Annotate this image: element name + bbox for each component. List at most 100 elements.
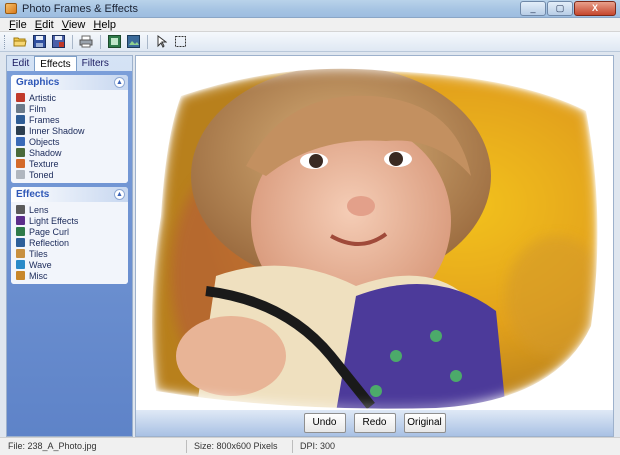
open-folder-icon bbox=[13, 37, 27, 47]
print-button[interactable] bbox=[78, 34, 94, 50]
toolbar-separator bbox=[72, 34, 73, 49]
save-button[interactable] bbox=[31, 34, 47, 50]
effect-item-film[interactable]: Film bbox=[16, 103, 128, 114]
effect-item-misc[interactable]: Misc bbox=[16, 270, 128, 281]
effect-item-lens[interactable]: Lens bbox=[16, 204, 128, 215]
shadow-icon bbox=[16, 148, 25, 157]
maximize-button[interactable]: ▢ bbox=[547, 1, 573, 16]
select-rectangle-button[interactable] bbox=[172, 34, 188, 50]
graphics-group-header[interactable]: Graphics ▲ bbox=[11, 75, 128, 90]
close-button[interactable]: X bbox=[574, 1, 616, 16]
status-file: File: 238_A_Photo.jpg bbox=[8, 441, 97, 451]
effects-panel: Graphics ▲ Artistic Film Frames Inner Shado… bbox=[7, 71, 132, 436]
paintbrush-icon bbox=[16, 93, 25, 102]
status-separator bbox=[186, 440, 187, 453]
toolbar bbox=[0, 32, 620, 52]
original-button[interactable]: Original bbox=[403, 413, 446, 433]
window-title: Photo Frames & Effects bbox=[22, 3, 138, 15]
pointer-icon bbox=[157, 35, 167, 48]
effect-item-objects[interactable]: Objects bbox=[16, 136, 128, 147]
graphics-list: Artistic Film Frames Inner Shadow Objects Sha… bbox=[11, 90, 128, 183]
effect-item-label: Inner Shadow bbox=[29, 125, 85, 136]
effect-item-tiles[interactable]: Tiles bbox=[16, 248, 128, 259]
graphics-group: Graphics ▲ Artistic Film Frames Inner Shado… bbox=[11, 75, 128, 183]
effect-item-label: Toned bbox=[29, 169, 54, 180]
save-as-button[interactable] bbox=[50, 34, 66, 50]
objects-icon bbox=[16, 137, 25, 146]
open-button[interactable] bbox=[12, 34, 28, 50]
menu-view[interactable]: View bbox=[59, 18, 91, 31]
save-icon bbox=[32, 35, 46, 48]
misc-icon bbox=[16, 271, 25, 280]
undo-button[interactable]: Undo bbox=[303, 413, 346, 433]
effects-group-header[interactable]: Effects ▲ bbox=[11, 187, 128, 202]
zoom-fit-icon bbox=[107, 35, 121, 48]
effects-group-title: Effects bbox=[16, 189, 50, 200]
tab-edit[interactable]: Edit bbox=[7, 56, 34, 71]
collapse-up-icon[interactable]: ▲ bbox=[114, 189, 125, 200]
menu-edit[interactable]: Edit bbox=[32, 18, 59, 31]
select-rectangle-icon bbox=[174, 36, 186, 47]
effect-item-label: Light Effects bbox=[29, 215, 79, 226]
export-image-button[interactable] bbox=[125, 34, 141, 50]
toolbar-grip[interactable] bbox=[4, 34, 7, 49]
effect-item-inner-shadow[interactable]: Inner Shadow bbox=[16, 125, 128, 136]
framed-photo-image bbox=[136, 56, 613, 412]
reflection-icon bbox=[16, 238, 25, 247]
toolbar-separator bbox=[147, 34, 148, 49]
export-image-icon bbox=[126, 35, 140, 48]
graphics-group-title: Graphics bbox=[16, 77, 60, 88]
effect-item-artistic[interactable]: Artistic bbox=[16, 92, 128, 103]
collapse-up-icon[interactable]: ▲ bbox=[114, 77, 125, 88]
print-icon bbox=[79, 35, 93, 48]
effect-item-texture[interactable]: Texture bbox=[16, 158, 128, 169]
status-separator bbox=[292, 440, 293, 453]
effect-item-reflection[interactable]: Reflection bbox=[16, 237, 128, 248]
zoom-fit-button[interactable] bbox=[106, 34, 122, 50]
status-dpi: DPI: 300 bbox=[300, 441, 336, 451]
effect-item-label: Reflection bbox=[29, 237, 70, 248]
menu-file[interactable]: File bbox=[6, 18, 32, 31]
tiles-icon bbox=[16, 249, 25, 258]
wave-icon bbox=[16, 260, 25, 269]
effect-item-label: Wave bbox=[29, 259, 52, 270]
redo-button[interactable]: Redo bbox=[353, 413, 396, 433]
effect-item-label: Frames bbox=[29, 114, 60, 125]
inner-shadow-icon bbox=[16, 126, 25, 135]
menu-bar: File Edit View Help bbox=[0, 18, 620, 32]
action-button-bar: Undo Redo Original bbox=[136, 410, 613, 436]
effect-item-label: Tiles bbox=[29, 248, 48, 259]
main-canvas-area: Undo Redo Original bbox=[135, 55, 614, 437]
effect-item-label: Lens bbox=[29, 204, 49, 215]
photo-preview[interactable] bbox=[136, 56, 613, 412]
effect-item-label: Texture bbox=[29, 158, 59, 169]
effect-item-light-effects[interactable]: Light Effects bbox=[16, 215, 128, 226]
tab-effects[interactable]: Effects bbox=[34, 56, 77, 71]
effect-item-wave[interactable]: Wave bbox=[16, 259, 128, 270]
effect-item-page-curl[interactable]: Page Curl bbox=[16, 226, 128, 237]
pointer-button[interactable] bbox=[153, 34, 169, 50]
save-as-icon bbox=[51, 35, 65, 48]
app-icon bbox=[5, 3, 17, 14]
toned-icon bbox=[16, 170, 25, 179]
effect-item-shadow[interactable]: Shadow bbox=[16, 147, 128, 158]
page-curl-icon bbox=[16, 227, 25, 236]
menu-help[interactable]: Help bbox=[90, 18, 121, 31]
effects-list: Lens Light Effects Page Curl Reflection Tile… bbox=[11, 202, 128, 284]
effect-item-frames[interactable]: Frames bbox=[16, 114, 128, 125]
title-bar: Photo Frames & Effects _ ▢ X bbox=[0, 0, 620, 18]
light-effects-icon bbox=[16, 216, 25, 225]
texture-icon bbox=[16, 159, 25, 168]
effect-item-label: Film bbox=[29, 103, 46, 114]
effect-item-label: Page Curl bbox=[29, 226, 70, 237]
tab-filters[interactable]: Filters bbox=[77, 56, 114, 71]
frame-icon bbox=[16, 115, 25, 124]
effect-item-label: Misc bbox=[29, 270, 48, 281]
effects-group: Effects ▲ Lens Light Effects Page Curl Refl… bbox=[11, 187, 128, 284]
toolbar-separator bbox=[100, 34, 101, 49]
lens-icon bbox=[16, 205, 25, 214]
effect-item-label: Objects bbox=[29, 136, 60, 147]
minimize-button[interactable]: _ bbox=[520, 1, 546, 16]
effect-item-toned[interactable]: Toned bbox=[16, 169, 128, 180]
effect-item-label: Artistic bbox=[29, 92, 56, 103]
